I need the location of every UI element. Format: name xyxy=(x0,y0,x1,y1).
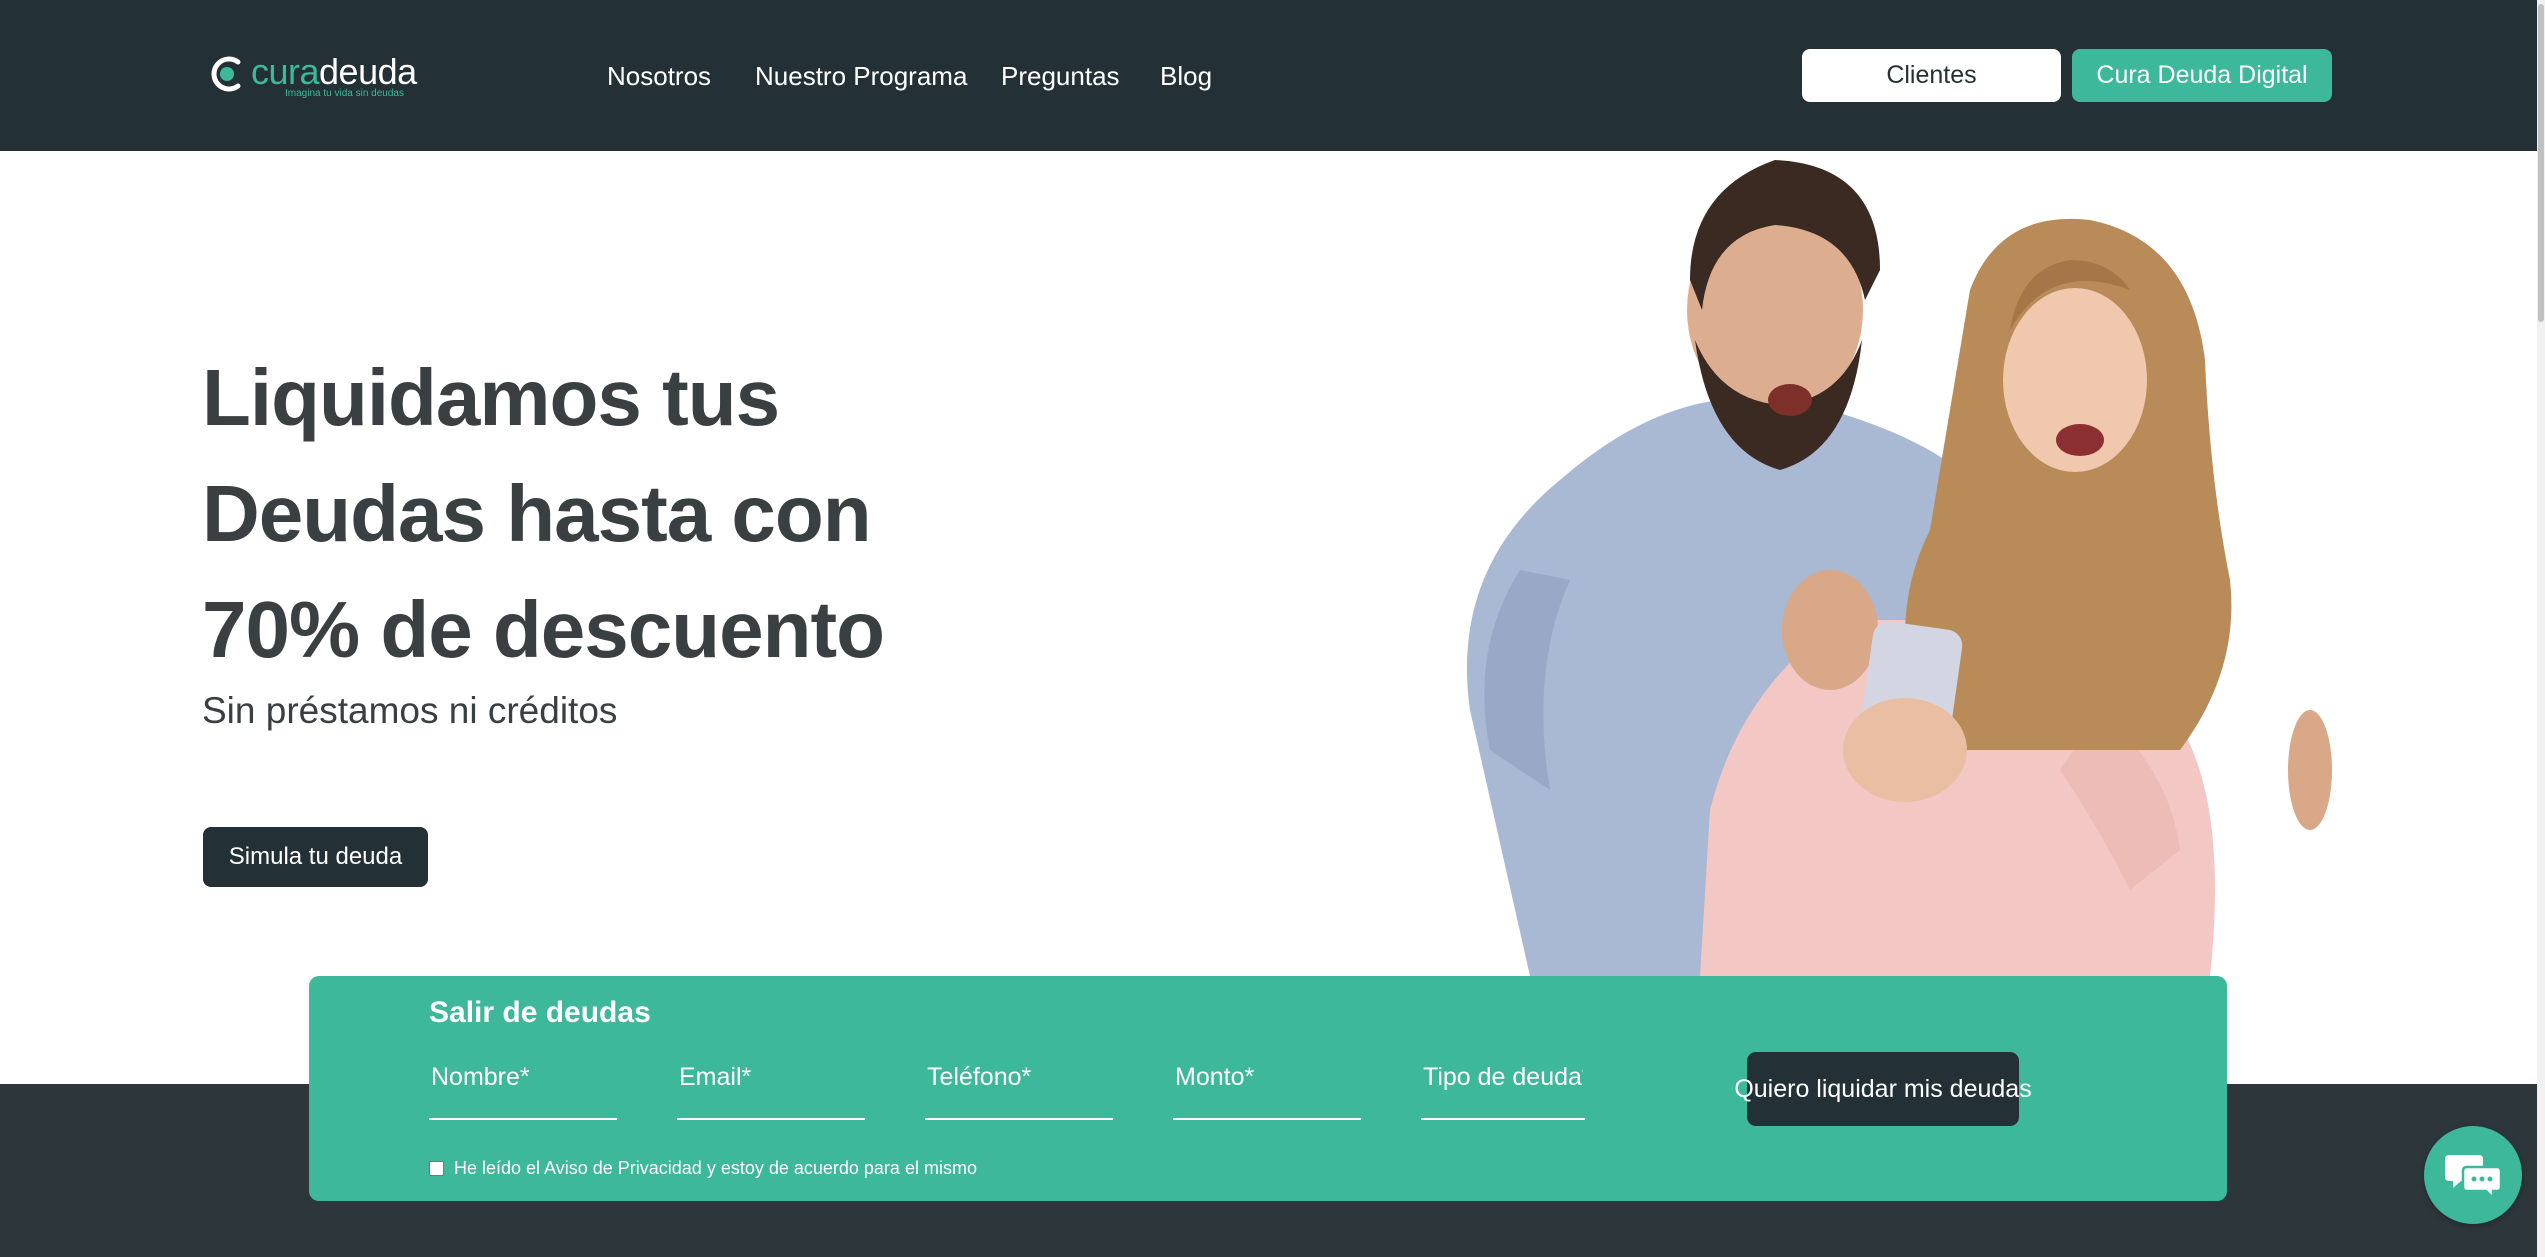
email-field-wrapper xyxy=(677,1044,865,1120)
nav-nosotros[interactable]: Nosotros xyxy=(607,56,711,96)
logo-tagline: Imagina tu vida sin deudas xyxy=(285,88,404,99)
page-scrollbar[interactable] xyxy=(2537,0,2545,1257)
hero-couple-image xyxy=(1466,160,2332,976)
site-header: curadeuda Imagina tu vida sin deudas Nos… xyxy=(0,0,2537,151)
privacy-consent-label: He leído el Aviso de Privacidad y estoy … xyxy=(454,1158,977,1178)
lead-form-panel: Salir de deudas Quiero liquidar mis deud… xyxy=(309,976,2227,1201)
logo-word-cura: cura xyxy=(251,51,320,92)
telefono-input[interactable] xyxy=(925,1044,1113,1118)
logo-c-icon xyxy=(211,56,241,92)
email-input[interactable] xyxy=(677,1044,865,1118)
nav-nuestro-programa[interactable]: Nuestro Programa xyxy=(755,56,967,96)
cura-deuda-digital-button[interactable]: Cura Deuda Digital xyxy=(2072,49,2332,102)
clientes-button[interactable]: Clientes xyxy=(1802,49,2061,102)
quiero-liquidar-button[interactable]: Quiero liquidar mis deudas xyxy=(1734,1052,2032,1126)
nombre-field-wrapper xyxy=(429,1044,617,1120)
hero-title-line-3: 70% de descuento xyxy=(202,585,885,674)
monto-field-wrapper xyxy=(1173,1044,1361,1120)
form-title: Salir de deudas xyxy=(429,996,651,1029)
nombre-input[interactable] xyxy=(429,1044,617,1118)
chat-bubbles-icon xyxy=(2445,1155,2503,1201)
scrollbar-thumb[interactable] xyxy=(2538,4,2544,322)
privacy-consent: He leído el Aviso de Privacidad y estoy … xyxy=(429,1158,977,1179)
tipo-deuda-field-wrapper xyxy=(1421,1044,1585,1120)
hero-title-line-1: Liquidamos tus xyxy=(202,353,780,442)
nav-blog[interactable]: Blog xyxy=(1160,56,1212,96)
privacy-checkbox[interactable] xyxy=(429,1161,444,1176)
hero-title-line-2: Deudas hasta con xyxy=(202,469,872,558)
chat-widget-button[interactable] xyxy=(2424,1126,2522,1224)
monto-input[interactable] xyxy=(1173,1044,1361,1118)
logo-word-deuda: deuda xyxy=(319,51,417,92)
hero-title: Liquidamos tus Deudas hasta con 70% de d… xyxy=(202,340,1002,688)
logo[interactable]: curadeuda Imagina tu vida sin deudas xyxy=(207,48,417,104)
tipo-de-deuda-input[interactable] xyxy=(1421,1044,1585,1118)
nav-preguntas[interactable]: Preguntas xyxy=(1001,56,1120,96)
simula-tu-deuda-button[interactable]: Simula tu deuda xyxy=(203,827,428,887)
hero-subtitle: Sin préstamos ni créditos xyxy=(202,690,618,731)
telefono-field-wrapper xyxy=(925,1044,1113,1120)
